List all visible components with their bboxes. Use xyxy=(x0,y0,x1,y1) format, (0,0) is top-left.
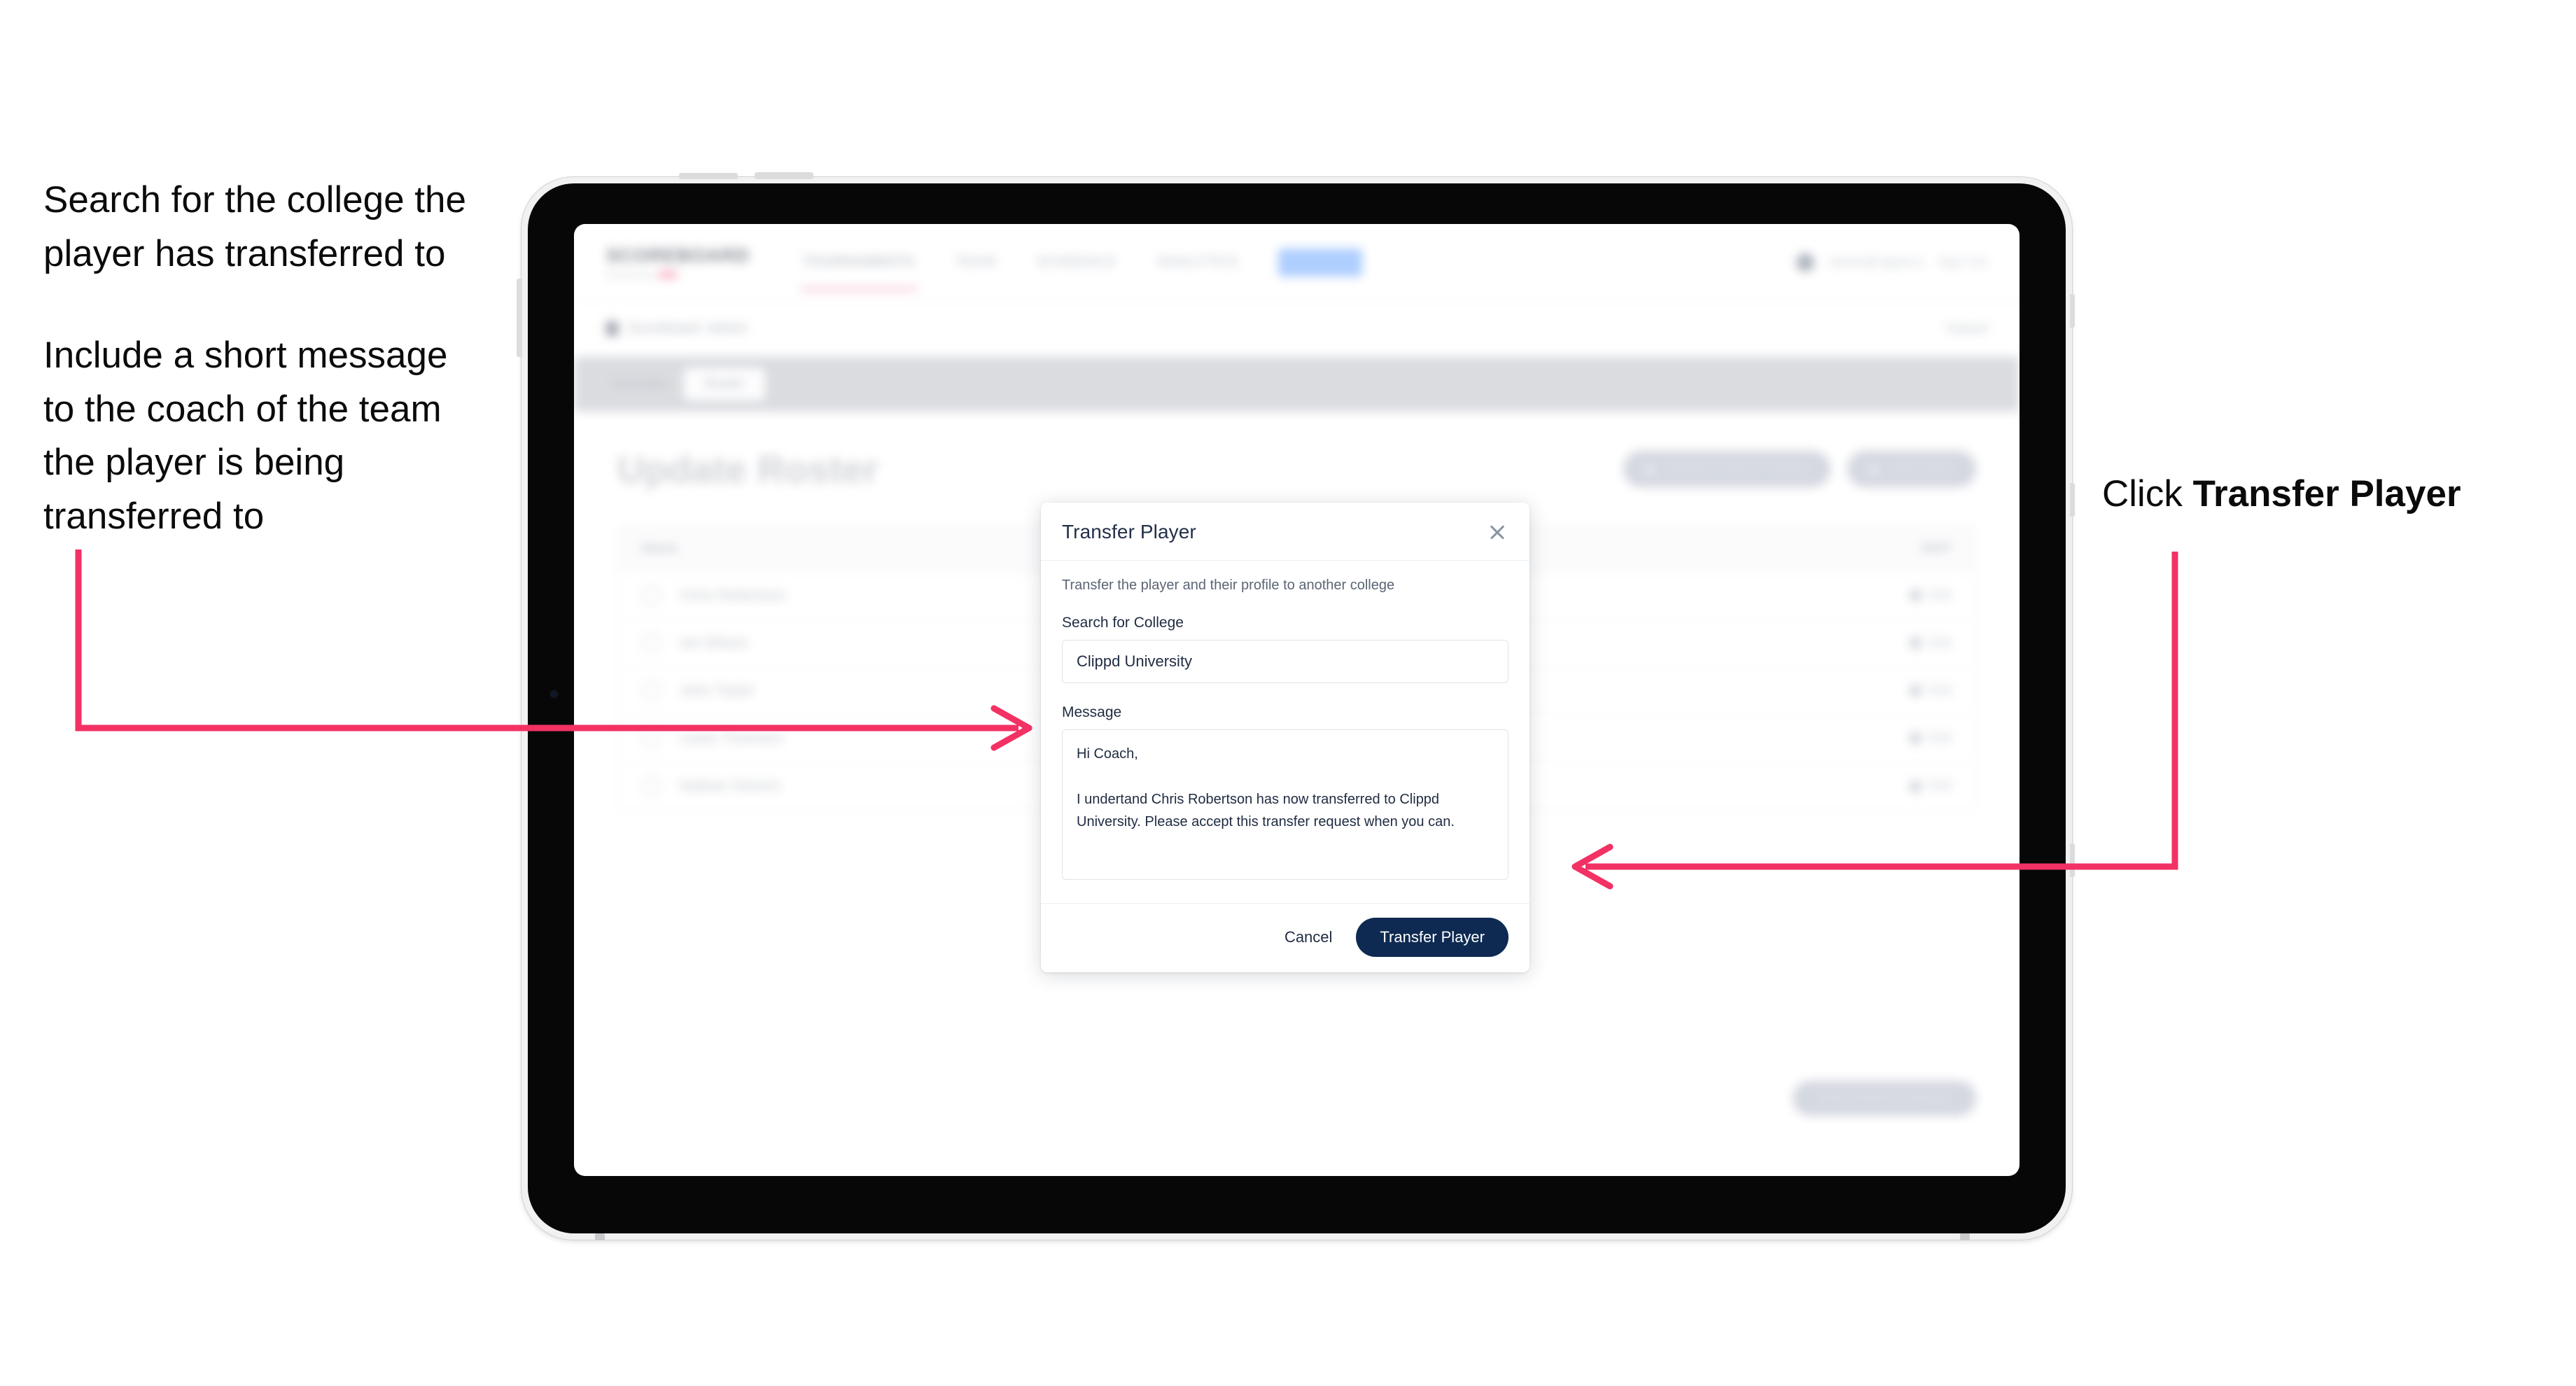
player-name: Ian Wilson xyxy=(680,634,749,651)
row-edit-label: Edit xyxy=(1928,778,1952,793)
brand-powered-by: Powered by xyxy=(606,270,654,280)
tab-overview[interactable]: Overview xyxy=(602,370,677,398)
bottom-port-left xyxy=(595,1233,605,1240)
sign-out-button[interactable]: Sign Out xyxy=(1938,255,1987,270)
save-roster-changes-button[interactable]: Save Roster Changes xyxy=(1793,1081,1976,1116)
annotation-right-prefix: Click xyxy=(2102,473,2193,514)
brand-wordmark: SCOREBOARD xyxy=(606,244,750,266)
transfer-player-modal: Transfer Player Transfer the player and … xyxy=(1041,503,1530,972)
modal-body: Transfer the player and their profile to… xyxy=(1041,561,1530,903)
page-title: Update Roster xyxy=(617,449,878,491)
side-button-3[interactable] xyxy=(2070,844,2075,877)
row-checkbox[interactable] xyxy=(642,776,662,796)
bottom-port-right xyxy=(1960,1233,1970,1240)
row-edit-label: Edit xyxy=(1928,730,1952,746)
modal-title: Transfer Player xyxy=(1062,521,1196,542)
breadcrumb-cancel[interactable]: Cancel xyxy=(1946,321,1987,337)
transfer-player-submit-button[interactable]: Transfer Player xyxy=(1356,918,1508,957)
add-player-button[interactable]: Add Player xyxy=(1847,451,1976,487)
breadcrumb: Scoreboard Admin Cancel xyxy=(574,301,2019,357)
grid-icon xyxy=(606,321,618,336)
player-name: Nathan Simons xyxy=(680,778,780,794)
front-camera-icon xyxy=(550,690,558,698)
row-checkbox[interactable] xyxy=(642,633,662,653)
row-edit-action[interactable]: Edit xyxy=(1908,682,1952,699)
plus-icon xyxy=(1868,463,1881,475)
row-edit-action[interactable]: Edit xyxy=(1908,635,1952,651)
column-header-edit: EDIT xyxy=(1921,540,1952,556)
tab-bar: Overview Roster xyxy=(574,357,2019,412)
search-college-label: Search for College xyxy=(1062,615,1184,631)
header-actions: Request Player Transfer Add Player xyxy=(1623,451,1976,487)
player-name: Chris Robertson xyxy=(680,587,786,603)
pencil-icon xyxy=(1908,778,1924,794)
power-button[interactable] xyxy=(517,279,522,357)
side-button-1[interactable] xyxy=(2070,294,2075,328)
row-checkbox[interactable] xyxy=(642,680,662,701)
brand-logo[interactable]: SCOREBOARD Powered by xyxy=(606,245,750,280)
volume-up-button[interactable] xyxy=(679,173,738,179)
row-edit-action[interactable]: Edit xyxy=(1908,587,1952,603)
nav-item-analytics[interactable]: ANALYTICS xyxy=(1156,254,1238,270)
row-edit-action[interactable]: Edit xyxy=(1908,730,1952,746)
request-player-transfer-label: Request Player Transfer xyxy=(1666,461,1810,476)
nav-item-roster[interactable]: ROSTER xyxy=(1278,248,1362,276)
pencil-icon xyxy=(1908,682,1924,699)
add-player-label: Add Player xyxy=(1890,461,1955,476)
annotation-right-emphasis: Transfer Player xyxy=(2192,473,2461,514)
modal-description: Transfer the player and their profile to… xyxy=(1062,578,1395,593)
breadcrumb-text[interactable]: Scoreboard xyxy=(628,321,700,337)
row-edit-label: Edit xyxy=(1928,635,1952,650)
transfer-icon xyxy=(1644,463,1657,475)
annotation-left-line-2: Include a short message to the coach of … xyxy=(43,334,448,538)
pencil-icon xyxy=(1908,730,1924,746)
row-edit-label: Edit xyxy=(1928,587,1952,603)
row-checkbox[interactable] xyxy=(642,585,662,606)
nav-item-schedule[interactable]: SCHEDULE xyxy=(1037,254,1116,270)
search-college-input[interactable] xyxy=(1062,640,1508,683)
side-button-2[interactable] xyxy=(2070,483,2075,517)
modal-header: Transfer Player xyxy=(1041,503,1530,561)
player-name: Lewis Thomson xyxy=(680,729,783,746)
modal-footer: Cancel Transfer Player xyxy=(1041,903,1530,972)
nav-links: TOURNAMENTS TEAM SCHEDULE ANALYTICS ROST… xyxy=(800,248,1362,290)
nav-item-tournaments[interactable]: TOURNAMENTS xyxy=(800,254,918,290)
field-spacer xyxy=(1062,683,1508,704)
row-checkbox[interactable] xyxy=(642,728,662,748)
request-player-transfer-button[interactable]: Request Player Transfer xyxy=(1623,451,1831,487)
row-edit-label: Edit xyxy=(1928,682,1952,698)
brand-subline: Powered by xyxy=(606,270,750,280)
pencil-icon xyxy=(1908,587,1924,603)
message-textarea[interactable] xyxy=(1062,729,1508,880)
column-header-name: Name xyxy=(642,540,678,556)
nav-item-team[interactable]: TEAM xyxy=(955,254,996,270)
tab-roster[interactable]: Roster xyxy=(684,368,766,400)
annotation-left: Search for the college the player has tr… xyxy=(43,174,477,544)
cancel-button[interactable]: Cancel xyxy=(1280,923,1336,952)
row-edit-action[interactable]: Edit xyxy=(1908,778,1952,794)
pencil-icon xyxy=(1908,635,1924,651)
app-navbar: SCOREBOARD Powered by TOURNAMENTS TEAM S… xyxy=(574,224,2019,301)
volume-down-button[interactable] xyxy=(755,172,813,179)
close-icon[interactable] xyxy=(1486,521,1508,543)
avatar[interactable] xyxy=(1795,253,1814,272)
annotation-right: Click Transfer Player xyxy=(2102,470,2461,519)
annotation-left-line-1: Search for the college the player has tr… xyxy=(43,179,466,274)
message-label: Message xyxy=(1062,704,1122,720)
brand-accent-icon xyxy=(659,271,678,279)
player-name: John Taylor xyxy=(680,682,755,699)
nav-right-cluster: admin@clippd.io Sign Out xyxy=(1795,253,1987,272)
breadcrumb-sub: Admin xyxy=(707,321,748,336)
nav-user-email: admin@clippd.io xyxy=(1829,255,1923,269)
